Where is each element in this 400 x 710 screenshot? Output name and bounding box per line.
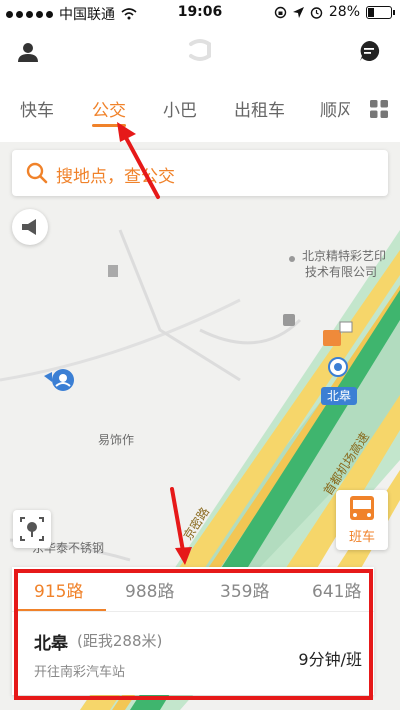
annotation-arrow-card (170, 487, 185, 553)
annotation-arrow-tabs (122, 132, 160, 199)
annotation-arrows (117, 122, 192, 565)
